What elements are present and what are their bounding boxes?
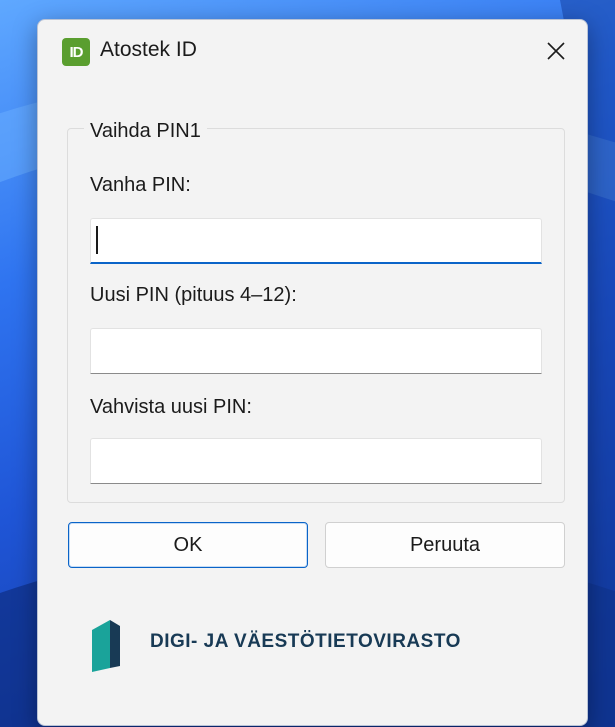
confirm-pin-label: Vahvista uusi PIN: (90, 396, 252, 418)
dvv-logo-icon (92, 620, 120, 672)
atostek-id-app-icon: ID (62, 38, 90, 66)
old-pin-label: Vanha PIN: (90, 174, 191, 196)
new-pin-field[interactable] (90, 328, 542, 374)
ok-button[interactable]: OK (68, 522, 308, 568)
title-bar: ID Atostek ID (38, 20, 587, 82)
app-icon-label: ID (69, 43, 84, 61)
cancel-button[interactable]: Peruuta (325, 522, 565, 568)
old-pin-field[interactable] (90, 218, 542, 264)
change-pin-dialog: ID Atostek ID Vaihda PIN1 Vanha PIN: Uus… (37, 19, 588, 726)
confirm-pin-field[interactable] (90, 438, 542, 484)
text-caret (96, 226, 98, 254)
dvv-logo-text: DIGI- JA VÄESTÖTIETOVIRASTO (150, 631, 461, 652)
close-icon (547, 42, 565, 60)
group-legend: Vaihda PIN1 (84, 120, 207, 143)
new-pin-label: Uusi PIN (pituus 4–12): (90, 284, 297, 306)
close-button[interactable] (533, 29, 579, 73)
window-title: Atostek ID (100, 38, 197, 61)
